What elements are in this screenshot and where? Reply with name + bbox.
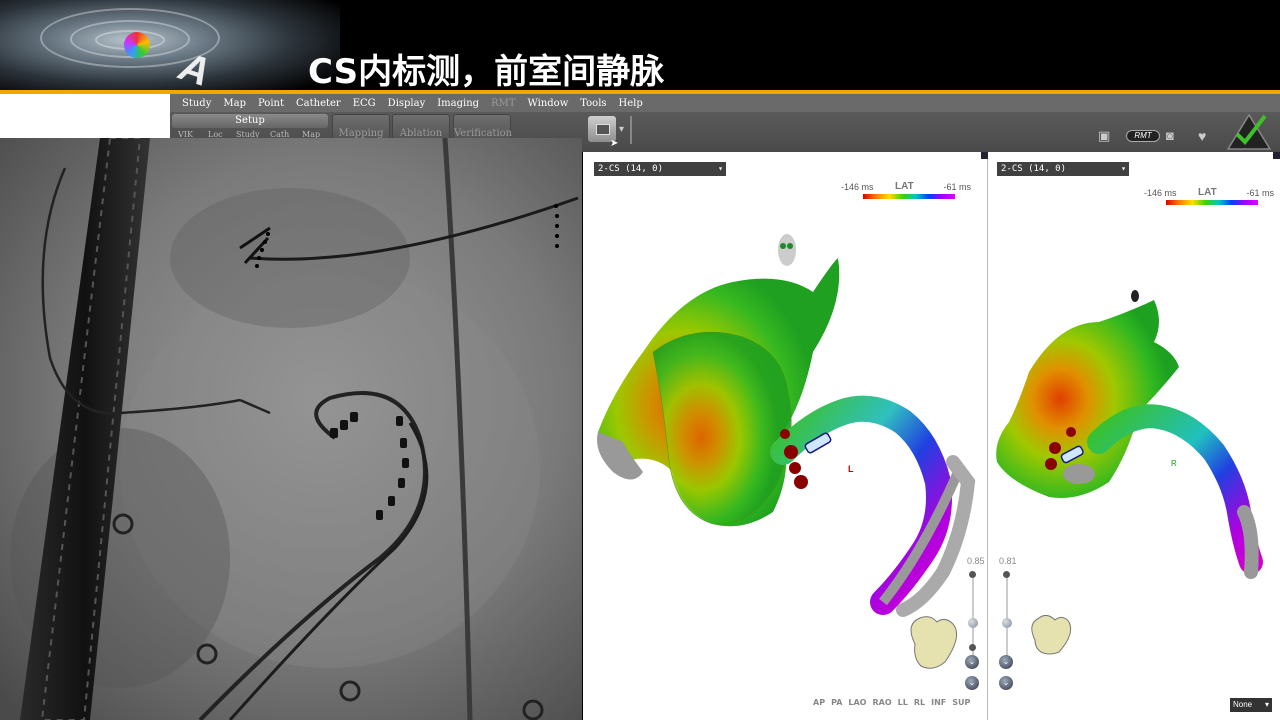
- zoom-slider-knob-left[interactable]: [968, 618, 978, 628]
- menu-tools[interactable]: Tools: [574, 98, 612, 109]
- rotate-down-button-left[interactable]: ⌄: [965, 655, 979, 669]
- dropdown-arrow-icon[interactable]: ▾: [619, 124, 624, 135]
- zoom-value-right: 0.81: [999, 556, 1017, 566]
- view-presets: AP PA LAO RAO LL RL INF SUP: [813, 698, 970, 707]
- view-inf-button[interactable]: INF: [931, 698, 946, 707]
- catheter-label-left: L: [848, 464, 854, 474]
- rmt-status-badge[interactable]: RMT: [1126, 130, 1160, 142]
- 3d-map-right[interactable]: R: [989, 152, 1280, 720]
- verification-tab[interactable]: Verification: [453, 114, 512, 140]
- toolbar-separator: [630, 116, 632, 144]
- menu-map[interactable]: Map: [217, 98, 252, 109]
- catheter-label-right: R: [1171, 459, 1177, 468]
- orientation-heart-icon[interactable]: [1031, 614, 1072, 655]
- view-rl-button[interactable]: RL: [914, 698, 925, 707]
- view-ap-button[interactable]: AP: [813, 698, 825, 707]
- view-sup-button[interactable]: SUP: [952, 698, 970, 707]
- 3d-map-left[interactable]: L: [583, 152, 988, 720]
- slide-title: CS内标测，前室间静脉: [308, 52, 665, 92]
- menu-point[interactable]: Point: [252, 98, 290, 109]
- rotate-down-button-right[interactable]: ⌄: [999, 655, 1013, 669]
- view-lao-button[interactable]: LAO: [848, 698, 866, 707]
- view-ll-button[interactable]: LL: [898, 698, 908, 707]
- zoom-top-knob-left[interactable]: [969, 571, 976, 578]
- menu-bar: Study Map Point Catheter ECG Display Ima…: [170, 94, 1280, 112]
- mouse-cursor-icon: ➤: [610, 138, 619, 149]
- menu-catheter[interactable]: Catheter: [290, 98, 347, 109]
- chevron-down-icon: ▾: [1264, 700, 1269, 709]
- view-pa-button[interactable]: PA: [831, 698, 842, 707]
- slide-header: A CS内标测，前室间静脉: [0, 0, 1280, 96]
- orientation-heart-icon[interactable]: [910, 616, 958, 669]
- verified-check-icon[interactable]: [1227, 114, 1271, 150]
- system-status-icon[interactable]: ◙: [1166, 128, 1174, 143]
- view-rao-button[interactable]: RAO: [872, 698, 891, 707]
- fluoroscopy-image: [0, 138, 582, 720]
- blank-panel: [0, 94, 170, 138]
- menu-display[interactable]: Display: [382, 98, 432, 109]
- zoom-value-left: 0.85: [967, 556, 985, 566]
- mapping-tab[interactable]: Mapping: [332, 114, 390, 140]
- rotate-up-button-left[interactable]: ⌄: [965, 676, 979, 690]
- menu-study[interactable]: Study: [176, 98, 217, 109]
- monitor-status-icon[interactable]: ▣: [1098, 128, 1110, 144]
- company-logo: A: [0, 0, 340, 96]
- map-view-right[interactable]: 2-CS (14, 0) ▾ -146 ms LAT -61 ms R 0.81…: [989, 152, 1280, 720]
- projection-select[interactable]: None ▾: [1230, 698, 1272, 712]
- menu-help[interactable]: Help: [613, 98, 649, 109]
- electroanatomic-map-area: 2-CS (14, 0) ▾ -146 ms LAT -61 ms L 0.85…: [583, 152, 1280, 720]
- zoom-slider-knob-right[interactable]: [1002, 618, 1012, 628]
- menu-window[interactable]: Window: [522, 98, 575, 109]
- menu-rmt: RMT: [491, 97, 516, 109]
- menu-ecg[interactable]: ECG: [347, 98, 382, 109]
- map-view-left[interactable]: 2-CS (14, 0) ▾ -146 ms LAT -61 ms L 0.85…: [583, 152, 988, 720]
- setup-tab[interactable]: Setup: [172, 114, 328, 128]
- zoom-top-knob-right[interactable]: [1003, 571, 1010, 578]
- menu-imaging[interactable]: Imaging: [431, 98, 485, 109]
- rotate-up-button-right[interactable]: ⌄: [999, 676, 1013, 690]
- ablation-tab[interactable]: Ablation: [392, 114, 450, 140]
- heart-status-icon[interactable]: ♥: [1198, 128, 1206, 144]
- zoom-bottom-knob-left[interactable]: [969, 644, 976, 651]
